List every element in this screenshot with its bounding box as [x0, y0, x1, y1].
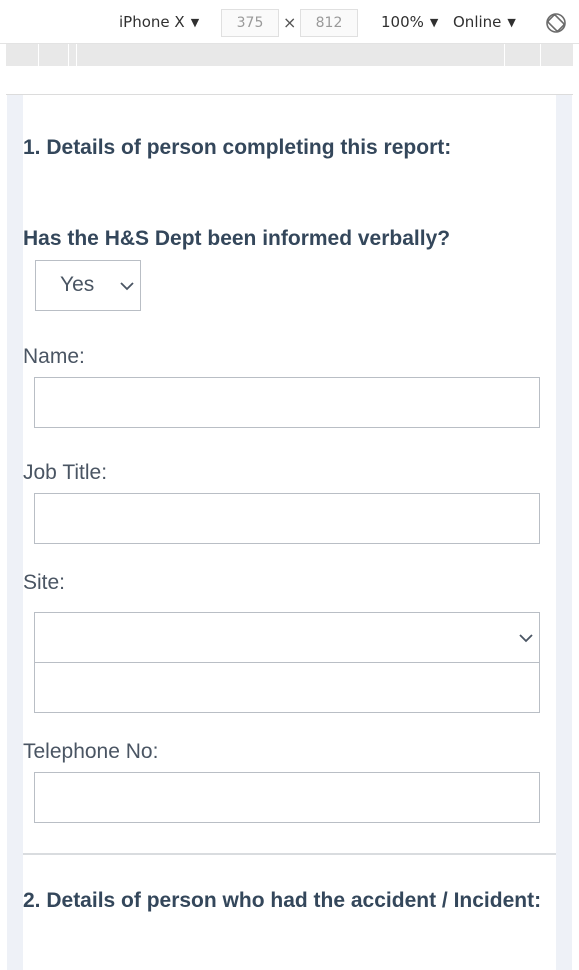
ruler-segment — [540, 44, 541, 66]
section-divider — [23, 853, 556, 855]
hs-informed-question: Has the H&S Dept been informed verbally? — [23, 227, 451, 250]
media-query-ruler[interactable] — [6, 44, 573, 66]
device-viewport: 1. Details of person completing this rep… — [7, 95, 572, 970]
dimension-separator: × — [283, 13, 297, 32]
caret-down-icon: ▼ — [429, 15, 439, 29]
hs-informed-value: Yes — [60, 273, 95, 296]
left-panel-edge — [7, 95, 23, 970]
job-title-input[interactable] — [34, 493, 540, 544]
chevron-down-icon — [519, 634, 533, 643]
device-label: iPhone X — [119, 13, 185, 31]
incident-report-form: 1. Details of person completing this rep… — [23, 95, 556, 970]
width-input[interactable]: 375 — [221, 9, 279, 37]
network-select[interactable]: Online ▼ — [453, 13, 516, 31]
device-toolbar: iPhone X ▼ 375 × 812 100% ▼ Online ▼ — [0, 0, 579, 44]
site-select[interactable] — [34, 612, 540, 663]
job-title-label: Job Title: — [23, 461, 108, 484]
ruler-segment — [68, 44, 69, 66]
rotate-icon[interactable] — [545, 12, 567, 34]
right-panel-edge — [556, 95, 572, 970]
caret-down-icon: ▼ — [507, 15, 516, 29]
name-input[interactable] — [34, 377, 540, 428]
telephone-input[interactable] — [34, 772, 540, 823]
section-2-title: 2. Details of person who had the acciden… — [23, 889, 542, 912]
ruler-segment — [38, 44, 39, 66]
section-1-title: 1. Details of person completing this rep… — [23, 136, 452, 159]
ruler-segment — [76, 44, 77, 66]
zoom-select[interactable]: 100% ▼ — [381, 13, 438, 31]
hs-informed-select[interactable]: Yes — [35, 260, 141, 311]
telephone-label: Telephone No: — [23, 740, 159, 763]
chevron-down-icon — [120, 282, 134, 291]
site-other-input[interactable] — [34, 662, 540, 713]
device-select[interactable]: iPhone X ▼ — [119, 13, 199, 31]
network-label: Online — [453, 13, 502, 31]
ruler-gap — [0, 66, 579, 96]
zoom-label: 100% — [381, 13, 424, 31]
name-label: Name: — [23, 345, 85, 368]
ruler-segment — [504, 44, 505, 66]
caret-down-icon: ▼ — [190, 15, 200, 29]
site-label: Site: — [23, 571, 66, 594]
height-input[interactable]: 812 — [300, 9, 358, 37]
